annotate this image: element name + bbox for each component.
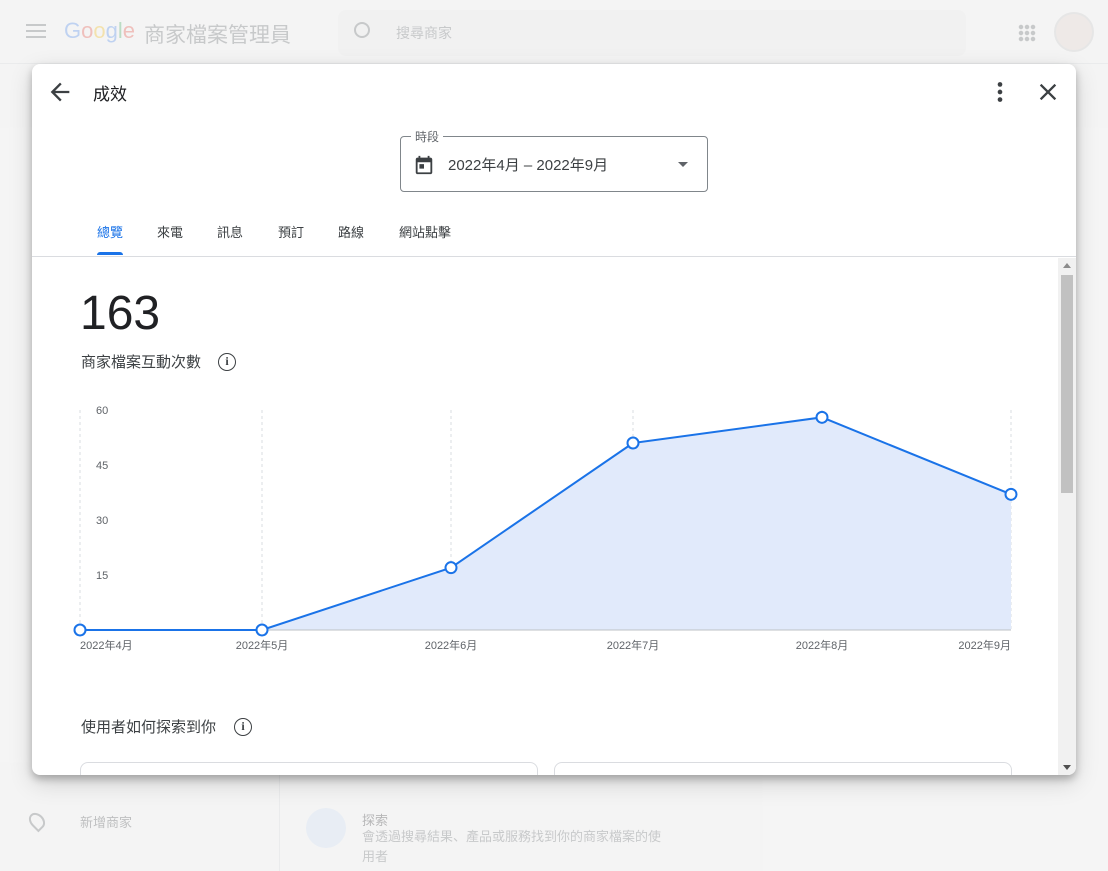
interactions-total: 163 xyxy=(80,287,161,340)
interactions-chart: 15 30 45 60 2022年4月 2022年5月 2022年6月 2022年7月 2022… xyxy=(73,405,1018,652)
y-tick-label: 60 xyxy=(96,405,108,417)
scroll-thumb[interactable] xyxy=(1061,275,1073,493)
tab-website-clicks[interactable]: 網站點擊 xyxy=(399,222,451,255)
tab-calls[interactable]: 來電 xyxy=(157,222,183,255)
tab-bar: 總覽 來電 訊息 預訂 路線 網站點擊 xyxy=(32,214,1076,257)
search-placeholder: 搜尋商家 xyxy=(396,26,452,42)
google-logo: Google xyxy=(64,18,136,43)
overview-content: 163 商家檔案互動次數 i 15 30 45 60 2022年4月 2022年5月 202… xyxy=(32,258,1058,775)
y-tick-label: 45 xyxy=(96,460,108,472)
period-select[interactable]: 時段 2022年4月 – 2022年9月 xyxy=(400,128,708,192)
dropdown-arrow-icon xyxy=(678,162,688,167)
tab-overview[interactable]: 總覽 xyxy=(97,222,124,255)
area-fill xyxy=(80,417,1011,630)
data-point xyxy=(1004,487,1018,501)
dialog-title: 成效 xyxy=(93,85,127,105)
x-tick-label: 2022年6月 xyxy=(425,638,478,652)
discovery-section-title: 使用者如何探索到你 xyxy=(81,718,217,736)
scroll-down-arrow-icon[interactable] xyxy=(1063,765,1071,770)
scroll-up-arrow-icon[interactable] xyxy=(1063,263,1071,268)
apps-grid-icon xyxy=(1018,24,1036,42)
product-name: 商家檔案管理員 xyxy=(144,23,291,47)
explore-description: 會透過搜尋結果、產品或服務找到你的商家檔案的使用者 xyxy=(362,830,662,865)
info-icon[interactable]: i xyxy=(218,353,236,371)
close-icon[interactable] xyxy=(1034,78,1062,106)
explore-icon xyxy=(306,808,346,848)
back-arrow-icon[interactable] xyxy=(46,78,74,106)
x-tick-label: 2022年9月 xyxy=(958,638,1011,652)
discovery-card xyxy=(554,762,1012,775)
explore-title: 探索 xyxy=(362,814,389,829)
data-point xyxy=(255,623,269,637)
x-tick-label: 2022年7月 xyxy=(607,638,660,652)
tab-bookings[interactable]: 預訂 xyxy=(278,222,304,255)
calendar-icon xyxy=(415,155,433,175)
y-tick-label: 15 xyxy=(96,570,108,582)
scrollbar[interactable] xyxy=(1058,258,1076,775)
add-business-link: 新增商家 xyxy=(80,816,133,831)
info-icon[interactable]: i xyxy=(234,718,252,736)
x-tick-label: 2022年4月 xyxy=(80,638,133,652)
x-tick-label: 2022年5月 xyxy=(236,638,289,652)
period-value: 2022年4月 – 2022年9月 xyxy=(448,157,609,174)
data-point xyxy=(626,436,640,450)
data-point xyxy=(815,410,829,424)
top-bar: Google 商家檔案管理員 搜尋商家 xyxy=(0,0,1108,64)
search-icon xyxy=(354,22,370,38)
performance-dialog: 成效 時段 2022年4月 – 2022年9月 總覽 來電 訊息 預訂 路線 網… xyxy=(32,64,1076,775)
menu-icon xyxy=(26,24,46,38)
discovery-card xyxy=(80,762,538,775)
data-point xyxy=(444,561,458,575)
avatar xyxy=(1054,12,1094,52)
more-vert-icon[interactable] xyxy=(986,78,1014,106)
tab-directions[interactable]: 路線 xyxy=(338,222,364,255)
period-label: 時段 xyxy=(411,128,444,145)
data-point xyxy=(73,623,87,637)
interactions-label: 商家檔案互動次數 xyxy=(81,353,202,371)
y-tick-label: 30 xyxy=(96,515,108,527)
x-tick-label: 2022年8月 xyxy=(796,638,849,652)
tab-messages[interactable]: 訊息 xyxy=(217,222,243,255)
